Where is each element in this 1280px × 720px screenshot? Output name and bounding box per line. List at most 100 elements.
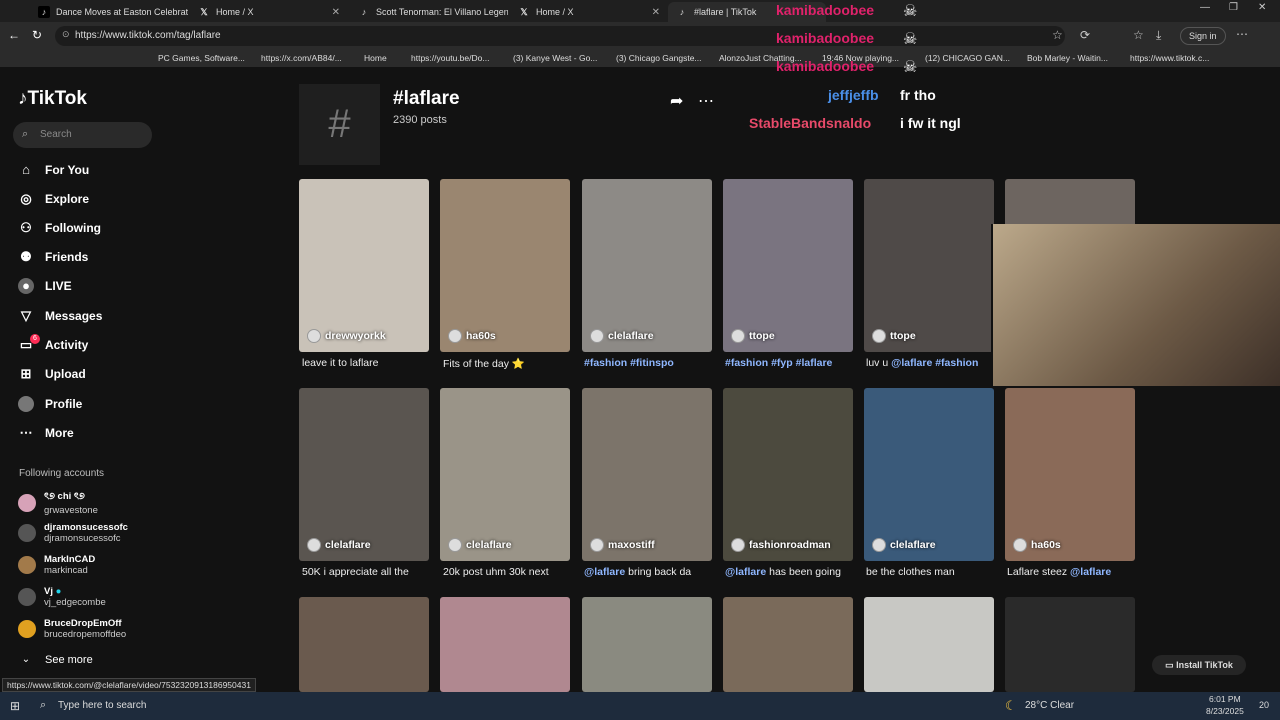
video-card[interactable] [582,597,712,692]
more-options-icon[interactable]: ⋯ [698,91,714,111]
x-logo-icon: 𝕏 [520,7,528,17]
video-caption[interactable]: #fashion #fitinspo [584,357,719,369]
video-card[interactable]: fashionroadman [723,388,853,561]
search-input[interactable]: Search [13,122,152,148]
close-window-icon[interactable]: ✕ [1258,2,1266,13]
clock-date[interactable]: 8/23/2025 [1206,706,1244,716]
video-card[interactable] [1005,597,1135,692]
nav-for-you[interactable]: ⌂ For You [18,162,89,178]
search-icon: ⌕ [22,128,29,140]
nav-activity[interactable]: ▭ Activity [18,337,89,353]
nav-messages[interactable]: ▽ Messages [18,308,102,324]
video-caption[interactable]: 50K i appreciate all the [302,566,437,578]
taskbar-search-input[interactable]: Type here to search [58,700,146,711]
notification-badge[interactable]: 20 [1259,700,1269,710]
video-card[interactable]: drewwyorkk [299,179,429,352]
browser-tab[interactable]: 𝕏 Home / X ✕ [510,2,668,22]
video-caption[interactable]: Fits of the day ⭐ [443,357,578,370]
video-caption[interactable]: #fashion #fyp #laflare [725,357,860,369]
skull-icon: ☠ [903,59,918,76]
live-icon: ● [18,278,34,294]
minimize-icon[interactable]: — [1200,2,1210,13]
following-account[interactable]: ৎ୭ chi ৎ୭ grwavestone [18,490,98,516]
extensions-icon[interactable]: ⟳ [1080,28,1090,42]
avatar [872,538,886,552]
video-card[interactable]: ha60s [1005,388,1135,561]
bookmark[interactable]: https://www.tiktok.c... [1130,53,1209,63]
video-caption[interactable]: be the clothes man [866,566,1001,578]
video-card[interactable]: ttope [864,179,994,352]
video-caption[interactable]: 20k post uhm 30k next [443,566,578,578]
avatar [18,620,36,638]
tiktok-logo[interactable]: ♪TikTok [18,88,87,110]
maximize-icon[interactable]: ❐ [1229,2,1238,13]
bookmark[interactable]: PC Games, Software... [158,53,245,63]
video-card[interactable]: clelaflare [299,388,429,561]
see-more-button[interactable]: ⌄ See more [18,652,93,668]
chat-username: kamibadoobee [776,58,875,74]
following-account[interactable]: Vj ● vj_edgecombe [18,586,106,608]
video-card[interactable]: maxostiff [582,388,712,561]
browser-tab[interactable]: 𝕏 Home / X ✕ [190,2,348,22]
bookmark[interactable]: https://x.com/AB84/... [261,53,342,63]
video-caption[interactable]: leave it to laflare [302,357,437,369]
video-card[interactable] [440,597,570,692]
nav-live[interactable]: ● LIVE [18,278,72,294]
following-icon: ⚇ [20,220,32,235]
back-icon[interactable]: ← [8,28,20,42]
x-logo-icon: 𝕏 [200,7,208,17]
download-icon[interactable]: ⤓ [1156,28,1161,43]
windows-start-icon[interactable]: ⊞ [10,699,20,713]
nav-friends[interactable]: ⚉ Friends [18,249,88,265]
video-card[interactable] [299,597,429,692]
collections-icon[interactable]: ☆ [1133,28,1144,42]
bookmark[interactable]: (3) Chicago Gangste... [616,53,702,63]
close-icon[interactable]: ✕ [332,7,340,18]
menu-icon[interactable]: ⋯ [1236,27,1248,41]
favorite-icon[interactable]: ☆ [1052,28,1063,42]
nav-following[interactable]: ⚇ Following [18,220,101,236]
bookmark[interactable]: Home [364,53,387,63]
clock-time[interactable]: 6:01 PM [1209,694,1241,704]
following-account[interactable]: djramonsucessofc djramonsucessofc [18,522,128,544]
video-card[interactable]: ha60s [440,179,570,352]
browser-tab[interactable]: ♪Dance Moves at Easton Celebrati✕ [30,2,188,22]
bookmark[interactable]: (12) CHICAGO GAN... [925,53,1010,63]
address-toolbar: ← ↻ https://www.tiktok.com/tag/laflare ⊙… [0,22,1280,50]
following-account[interactable]: MarkInCAD markincad [18,554,95,576]
bookmark[interactable]: (3) Kanye West - Go... [513,53,597,63]
avatar [590,538,604,552]
avatar [448,329,462,343]
nav-explore[interactable]: ◎ Explore [18,191,89,207]
video-caption[interactable]: Laflare steez @laflare [1007,566,1142,578]
weather-text[interactable]: 28°C Clear [1025,700,1074,711]
video-card[interactable]: ttope [723,179,853,352]
nav-upload[interactable]: ⊞ Upload [18,366,86,382]
page-title: #laflare [393,88,460,109]
bookmark[interactable]: https://youtu.be/Do... [411,53,489,63]
install-tiktok-button[interactable]: ▭ Install TikTok [1152,655,1246,675]
refresh-icon[interactable]: ↻ [32,28,42,42]
share-icon[interactable]: ➦ [670,91,683,111]
chat-username: jeffjeffb [828,87,879,103]
browser-tab[interactable]: ♪Scott Tenorman: El Villano Legen✕ [350,2,508,22]
following-account[interactable]: BruceDropEmOff brucedropemoffdeo [18,618,126,640]
chat-message: fr tho [900,87,936,103]
video-card[interactable]: clelaflare [582,179,712,352]
bookmark[interactable]: Bob Marley - Waitin... [1027,53,1108,63]
avatar [448,538,462,552]
video-card[interactable]: clelaflare [440,388,570,561]
video-caption[interactable]: luv u @laflare #fashion [866,357,1001,369]
video-card[interactable] [723,597,853,692]
video-card[interactable]: clelaflare [864,388,994,561]
nav-more[interactable]: ⋯ More [18,425,74,441]
signin-button[interactable]: Sign in [1180,27,1226,45]
browser-tab-bar: ♪Dance Moves at Easton Celebrati✕ 𝕏Home … [0,0,1280,22]
close-icon[interactable]: ✕ [652,7,660,18]
webcam-overlay [991,224,1280,386]
nav-profile[interactable]: Profile [18,396,82,412]
video-card[interactable] [864,597,994,692]
skull-icon: ☠ [903,3,918,20]
video-caption[interactable]: @laflare bring back da [584,566,719,578]
video-caption[interactable]: @laflare has been going [725,566,860,578]
